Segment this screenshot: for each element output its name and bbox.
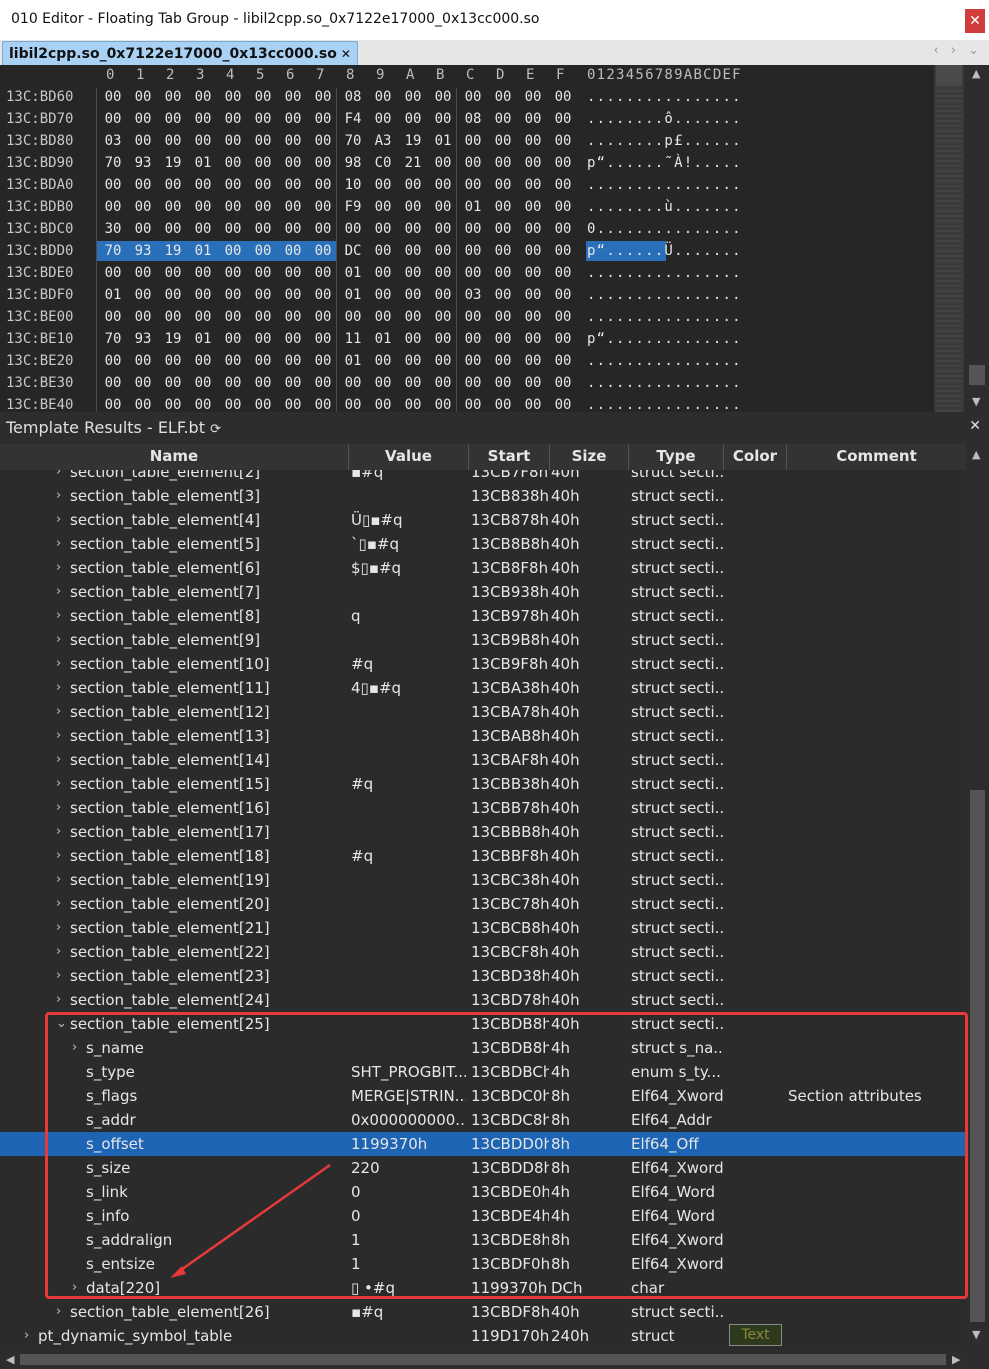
scroll-left-icon[interactable]: ◀ — [6, 1353, 14, 1366]
scroll-right-icon[interactable]: ▶ — [952, 1353, 960, 1366]
color-text-button[interactable]: Text — [729, 1324, 782, 1346]
horizontal-scroll-thumb[interactable] — [20, 1354, 946, 1365]
template-horizontal-scrollbar[interactable]: ◀ ▶ — [0, 1350, 966, 1369]
annotation-arrow — [170, 1163, 331, 1278]
